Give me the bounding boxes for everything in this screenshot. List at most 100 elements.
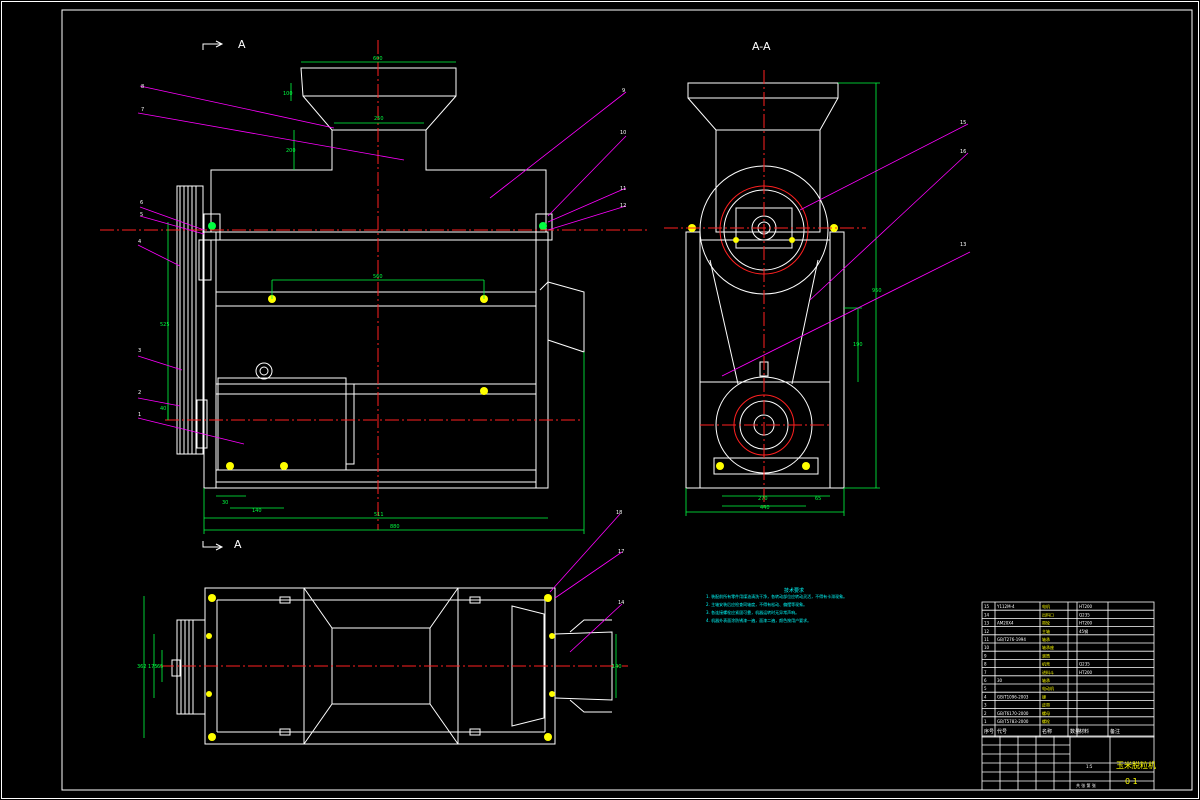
drawing-number: 0 1 — [1125, 777, 1138, 786]
bom-cell: 机壳 — [1042, 661, 1050, 667]
bom-cell: Q235 — [1079, 612, 1090, 617]
bom-cell: 5 — [984, 686, 987, 691]
bom-cell: GB/T276-1994 — [997, 637, 1026, 642]
part-number-1: 1 — [138, 412, 141, 418]
bom-header-cell: 序号 — [984, 728, 994, 735]
part-number-6: 6 — [140, 200, 143, 206]
part-number-10: 10 — [620, 130, 626, 136]
sheet-inner-border — [61, 9, 1193, 791]
dim-bolt-spacing: 560 — [373, 274, 383, 280]
bom-cell: 皮带 — [1042, 702, 1050, 708]
bom-cell: 7 — [984, 670, 987, 675]
bom-cell: 滚筒 — [1042, 652, 1050, 658]
dim-plan-width-outer: 362 — [137, 664, 147, 670]
part-number-14: 14 — [618, 600, 624, 606]
bom-cell: Q235 — [1079, 662, 1090, 667]
bom-cell: 螺栓 — [1042, 718, 1050, 724]
bom-header-cell: 名称 — [1042, 728, 1052, 735]
part-number-11: 11 — [620, 186, 626, 192]
dim-foot-offset-2: 140 — [252, 508, 262, 514]
bom-cell: 14 — [984, 612, 990, 617]
bom-cell: 12 — [984, 629, 990, 634]
bom-cell: 进料斗 — [1042, 669, 1054, 675]
bom-header-cell: 材料 — [1079, 728, 1089, 735]
part-number-4: 4 — [138, 239, 141, 245]
title-block: 玉米脱粒机 0 1 1:5 共 张 第 张 — [981, 735, 1156, 791]
bom-table: 1 GB/T5783-2000 螺栓 2 GB/T6170-2000 螺母 3 皮带 4 GB/T… — [981, 601, 1155, 738]
bom-cell: 轴承座 — [1042, 644, 1054, 650]
dim-plan-outlet-width: 140 — [612, 664, 622, 670]
bom-cell: 带轮 — [1042, 620, 1050, 626]
dim-plan-width-inner: 65 — [157, 664, 163, 670]
dim-overall-length: 880 — [390, 524, 400, 530]
part-number-17: 17 — [618, 549, 624, 555]
drawing-scale: 1:5 — [1086, 764, 1093, 769]
dim-side-base-1: 270 — [758, 496, 768, 502]
part-number-15: 15 — [960, 120, 966, 126]
bom-cell: GB/T1096-2003 — [997, 694, 1029, 699]
part-number-18: 18 — [616, 510, 622, 516]
part-number-9: 9 — [622, 88, 625, 94]
dim-inner-length: 511 — [374, 512, 384, 518]
bom-cell: Y112M-4 — [996, 604, 1015, 609]
dim-side-base-total: 440 — [760, 505, 770, 511]
cad-drawing-canvas: A A 600 100 250 200 560 525 40 30 140 51… — [1, 1, 1199, 799]
section-marker-bottom: A — [234, 538, 242, 551]
bom-cell: 轴承 — [1042, 636, 1050, 642]
part-number-13: 13 — [960, 242, 966, 248]
bom-cell: 2 — [984, 711, 987, 716]
dim-foot-offset-1: 30 — [222, 500, 228, 506]
tech-requirement-line: 2. 主轴安装后应检查同轴度，不得有松动、偏摆等现象。 — [706, 601, 807, 607]
part-number-8: 8 — [141, 84, 144, 90]
part-number-5: 5 — [140, 212, 143, 218]
side-view: A-A 950 190 270 65 440 15 16 13 — [664, 40, 971, 516]
bom-cell: 15 — [984, 604, 990, 609]
bom-cell: 1 — [984, 719, 987, 724]
bom-cell: HT200 — [1079, 621, 1093, 626]
bom-cell: 电动机 — [1042, 685, 1054, 691]
bom-cell: 电机 — [1042, 603, 1050, 609]
dim-hopper-top-width: 600 — [373, 56, 383, 62]
bom-cell: 10 — [984, 645, 990, 650]
tech-requirements: 技术要求 1. 装配前所有零件用煤油清洗干净，各转动部位应转动灵活，不得有卡滞现… — [706, 587, 847, 623]
bom-cell: 键 — [1042, 693, 1046, 699]
tech-requirement-line: 1. 装配前所有零件用煤油清洗干净，各转动部位应转动灵活，不得有卡滞现象。 — [706, 593, 847, 599]
dim-throat-height: 200 — [286, 148, 296, 154]
drawing-sheet: 共 张 第 张 — [1076, 782, 1096, 788]
dim-side-total-height: 950 — [872, 288, 882, 294]
bom-header-cell: 代号 — [997, 728, 1007, 735]
bom-header-cell: 备注 — [1110, 728, 1120, 735]
dim-side-mid-height: 190 — [853, 342, 863, 348]
bom-cell: 主轴 — [1042, 628, 1050, 634]
bom-cell: 11 — [984, 637, 990, 642]
dim-pulley-span: 525 — [160, 322, 170, 328]
top-view: 362 175 65 140 18 17 14 — [137, 510, 628, 745]
part-number-2: 2 — [138, 390, 141, 396]
tech-requirement-line: 4. 机器外表面涂防锈漆一遍，面漆二遍，颜色按用户要求。 — [706, 617, 811, 623]
bom-cell: GB/T6170-2000 — [997, 711, 1029, 716]
dim-pulley-offset: 40 — [160, 406, 166, 412]
bom-cell: 8 — [984, 662, 987, 667]
dim-side-base-2: 65 — [815, 496, 821, 502]
bom-cell: 6 — [984, 678, 987, 683]
bom-cell: 轴承 — [1042, 677, 1050, 683]
tech-requirement-line: 3. 各连接螺栓应紧固可靠，机器运转时无异常声响。 — [706, 609, 799, 615]
part-number-12: 12 — [620, 203, 626, 209]
bom-cell: HT200 — [1079, 670, 1093, 675]
bom-cell: 45钢 — [1079, 628, 1088, 634]
dim-throat-width: 250 — [374, 116, 384, 122]
bom-cell: 13 — [984, 621, 990, 626]
part-number-16: 16 — [960, 149, 966, 155]
part-number-7: 7 — [141, 107, 144, 113]
section-marker-top: A — [238, 38, 246, 51]
bom-cell: 出料口 — [1042, 611, 1054, 617]
dim-hopper-height: 100 — [283, 91, 293, 97]
bom-cell: AM20X4 — [997, 621, 1014, 626]
bom-cell: GB/T5783-2000 — [997, 719, 1029, 724]
bom-cell: 9 — [984, 653, 987, 658]
bom-cell: HT200 — [1079, 604, 1093, 609]
tech-requirements-title: 技术要求 — [784, 587, 804, 594]
bom-cell: 4 — [984, 694, 987, 699]
bom-cell: 3 — [984, 703, 987, 708]
front-view: A A 600 100 250 200 560 525 40 30 140 51… — [100, 38, 650, 551]
